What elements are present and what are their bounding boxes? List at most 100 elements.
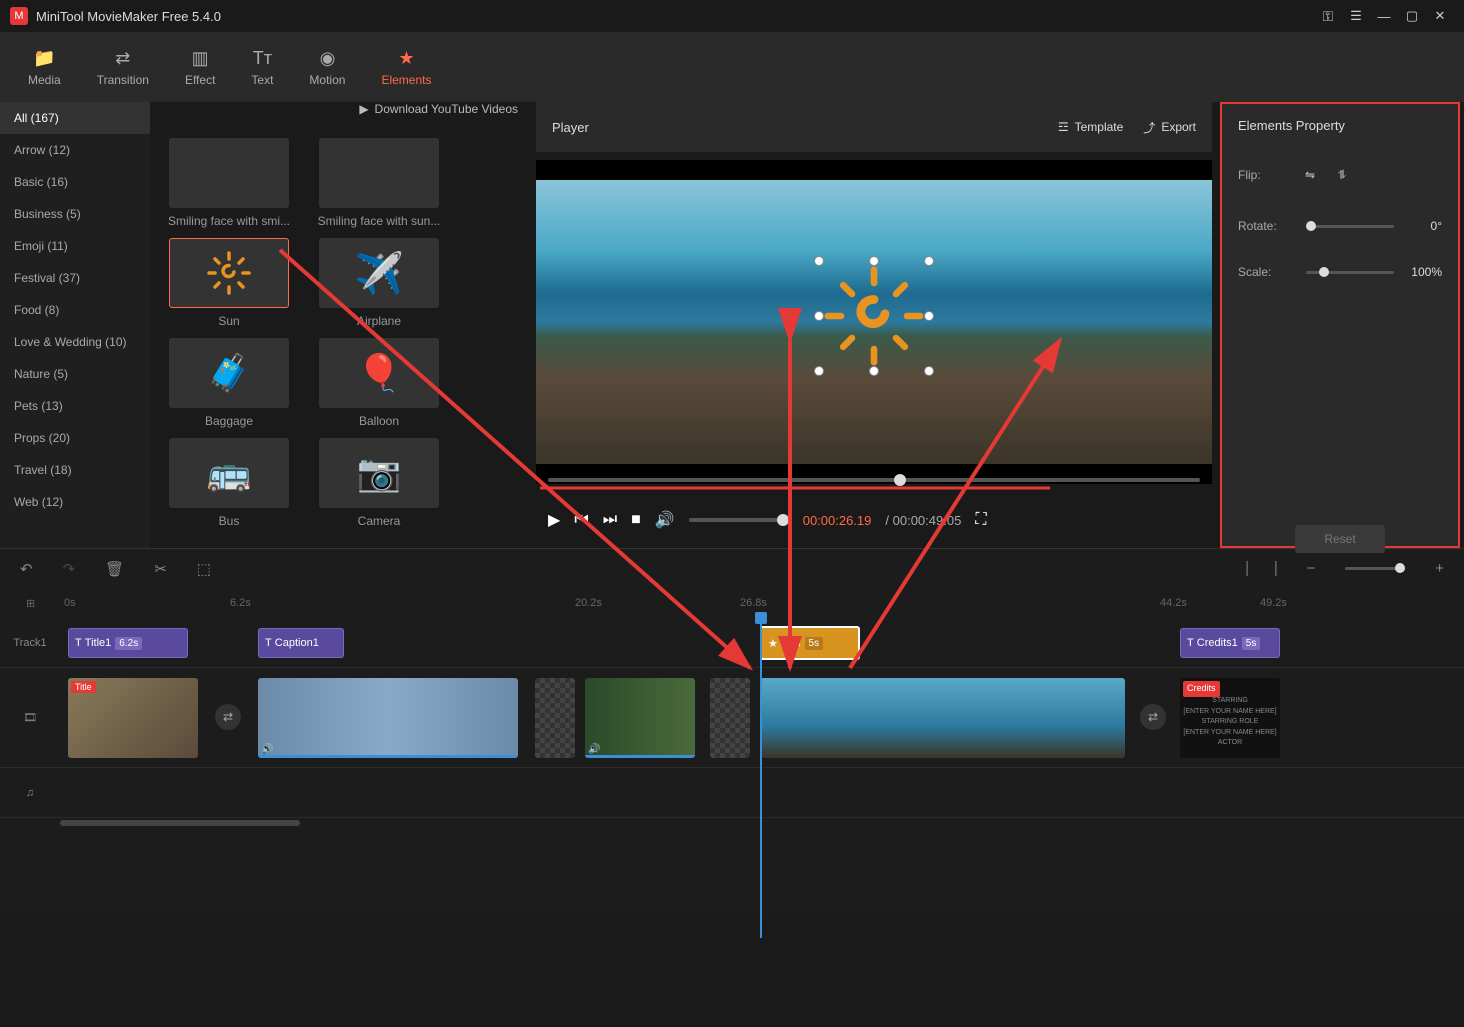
tab-text[interactable]: TᴛText [245,40,279,94]
zoom-slider[interactable] [1345,567,1405,570]
properties-panel: Elements Property Flip: ⇋ ⥮ Rotate: 0° S… [1220,102,1460,548]
maximize-button[interactable]: ▢ [1398,2,1426,30]
rotate-slider[interactable] [1306,225,1394,228]
track-video[interactable]: 🎞 Title ⇄ 🔊 🔊 ⇄ Credits STARRING [ENTER … [0,668,1464,768]
category-item[interactable]: Pets (13) [0,390,150,422]
video-clip-credits[interactable]: Credits STARRING [ENTER YOUR NAME HERE] … [1180,678,1280,758]
track-titles[interactable]: Track1 T Title16.2s T Caption1 ★ Sun5s T… [0,618,1464,668]
timeline-toolbar: ↶ ↷ 🗑 ✂ ⬚ ⎸⎹ − + [0,548,1464,588]
snap-icon[interactable]: ⎸⎹ [1246,560,1276,577]
zoom-in-button[interactable]: + [1435,560,1444,577]
gap-clip[interactable] [535,678,575,758]
category-item[interactable]: Arrow (12) [0,134,150,166]
redo-button[interactable]: ↷ [63,560,76,578]
delete-button[interactable]: 🗑 [105,560,124,578]
category-item[interactable]: Business (5) [0,198,150,230]
tab-transition[interactable]: ⇄Transition [91,40,155,94]
video-clip-beach[interactable] [760,678,1125,758]
total-time: / 00:00:49.05 [885,513,961,528]
category-item[interactable]: All (167) [0,102,150,134]
flip-horizontal-button[interactable]: ⇋ [1298,163,1322,187]
category-item[interactable]: Food (8) [0,294,150,326]
transition-icon[interactable]: ⇄ [1140,704,1166,730]
preview-area[interactable] [536,160,1212,484]
category-item[interactable]: Web (12) [0,486,150,518]
template-button[interactable]: ☲Template [1058,120,1123,134]
element-thumb[interactable] [169,238,289,308]
element-label: Bus [164,514,294,528]
play-button[interactable]: ▶ [548,510,560,530]
volume-slider[interactable] [689,518,789,522]
element-label: Smiling face with sun... [314,214,444,228]
tab-motion[interactable]: ◉Motion [303,40,351,94]
timeline-ruler[interactable]: ⊞ 0s 6.2s 20.2s 26.8s 44.2s 49.2s [0,588,1464,618]
undo-button[interactable]: ↶ [20,560,33,578]
minimize-button[interactable]: — [1370,2,1398,30]
template-icon: ☲ [1058,120,1069,134]
element-thumb[interactable]: 🎈 [319,338,439,408]
export-icon: ⤴ [1143,119,1155,136]
next-frame-button[interactable]: ⏭ [603,511,617,529]
category-item[interactable]: Basic (16) [0,166,150,198]
effect-icon: ▥ [192,48,209,69]
transition-icon[interactable]: ⇄ [215,704,241,730]
fullscreen-button[interactable]: ⛶ [975,511,986,529]
clip-sun[interactable]: ★ Sun5s [760,626,860,660]
download-youtube-link[interactable]: ▶ Download YouTube Videos [359,102,518,116]
menu-icon[interactable]: ☰ [1342,2,1370,30]
tab-effect[interactable]: ▥Effect [179,40,221,94]
category-item[interactable]: Travel (18) [0,454,150,486]
toolbar: 📁Media ⇄Transition ▥Effect TᴛText ◉Motio… [0,32,1464,102]
split-button[interactable]: ✂ [154,560,167,578]
category-item[interactable]: Love & Wedding (10) [0,326,150,358]
zoom-out-button[interactable]: − [1306,560,1315,577]
library-panel: All (167)Arrow (12)Basic (16)Business (5… [0,102,528,548]
category-item[interactable]: Festival (37) [0,262,150,294]
video-clip-title[interactable]: Title [68,678,198,758]
clip-credits1[interactable]: T Credits15s [1180,628,1280,658]
text-icon: T [75,637,82,649]
tab-elements[interactable]: ★Elements [375,40,437,94]
element-thumb[interactable]: 🧳 [169,338,289,408]
key-icon[interactable]: ⚿ [1314,2,1342,30]
close-button[interactable]: ✕ [1426,2,1454,30]
audio-track-icon: ♫ [0,787,60,799]
tab-media[interactable]: 📁Media [22,40,67,94]
rotate-value: 0° [1402,219,1442,233]
category-item[interactable]: Nature (5) [0,358,150,390]
gap-clip[interactable] [710,678,750,758]
player-panel: Player ☲Template ⤴Export ▶ ⏮ ⏭ ■ 🔊 00:00… [536,102,1212,548]
clip-caption1[interactable]: T Caption1 [258,628,344,658]
text-icon: Tᴛ [253,48,272,69]
player-header: Player ☲Template ⤴Export [536,102,1212,152]
category-item[interactable]: Emoji (11) [0,230,150,262]
progress-slider[interactable] [548,478,1200,482]
flip-vertical-button[interactable]: ⥮ [1330,163,1354,187]
category-item[interactable]: Props (20) [0,422,150,454]
timeline-scrollbar[interactable] [0,818,1464,828]
youtube-icon: ▶ [359,102,368,116]
audio-icon: 🔊 [588,744,600,755]
reset-button[interactable]: Reset [1295,525,1385,553]
crop-button[interactable]: ⬚ [197,560,211,578]
scale-slider[interactable] [1306,271,1394,274]
video-track-icon: 🎞 [0,711,60,724]
playhead[interactable] [760,618,762,938]
element-thumb[interactable]: 🚌 [169,438,289,508]
element-thumb[interactable] [319,138,439,208]
fit-button[interactable]: ⊞ [26,597,35,610]
element-thumb[interactable]: ✈️ [319,238,439,308]
element-thumb[interactable]: 📷 [319,438,439,508]
element-thumb[interactable] [169,138,289,208]
video-clip-balloons[interactable]: 🔊 [258,678,518,758]
track-audio[interactable]: ♫ [0,768,1464,818]
stop-button[interactable]: ■ [631,511,641,529]
app-title: MiniTool MovieMaker Free 5.4.0 [36,9,221,24]
sun-element-overlay[interactable] [819,261,929,371]
video-clip-forest[interactable]: 🔊 [585,678,695,758]
export-button[interactable]: ⤴Export [1143,119,1196,136]
prev-frame-button[interactable]: ⏮ [574,511,588,529]
volume-icon[interactable]: 🔊 [655,510,675,530]
player-title: Player [552,120,589,135]
clip-title1[interactable]: T Title16.2s [68,628,188,658]
